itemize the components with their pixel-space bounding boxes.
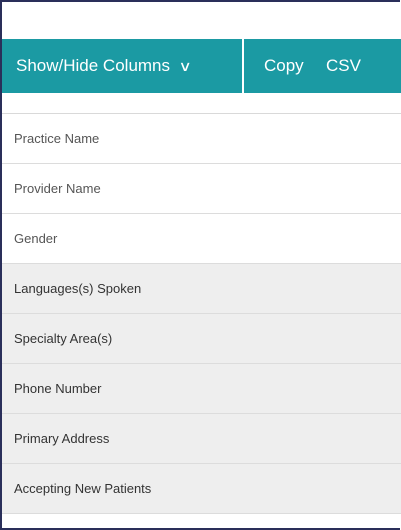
column-visibility-list: Practice Name Provider Name Gender Langu…	[2, 114, 401, 514]
column-toggle-primary-address[interactable]: Primary Address	[2, 414, 401, 464]
table-toolbar: Show/Hide Columns ∨ Copy CSV	[2, 39, 401, 93]
csv-label: CSV	[326, 56, 361, 75]
column-toggle-label: Phone Number	[14, 381, 102, 396]
column-toggle-languages-spoken[interactable]: Languages(s) Spoken	[2, 264, 401, 314]
column-toggle-label: Accepting New Patients	[14, 481, 152, 496]
column-toggle-label: Languages(s) Spoken	[14, 281, 142, 296]
copy-button[interactable]: Copy	[244, 39, 320, 93]
column-toggle-label: Specialty Area(s)	[14, 331, 113, 346]
column-toggle-accepting-new-patients[interactable]: Accepting New Patients	[2, 464, 401, 514]
column-toggle-practice-name[interactable]: Practice Name	[2, 114, 401, 164]
copy-label: Copy	[264, 56, 304, 75]
column-toggle-label: Provider Name	[14, 181, 101, 196]
column-toggle-provider-name[interactable]: Provider Name	[2, 164, 401, 214]
csv-button[interactable]: CSV	[320, 39, 361, 93]
show-hide-columns-button[interactable]: Show/Hide Columns ∨	[2, 39, 244, 93]
column-toggle-phone-number[interactable]: Phone Number	[2, 364, 401, 414]
dropdown-top-spacer	[2, 93, 401, 114]
column-toggle-specialty-areas[interactable]: Specialty Area(s)	[2, 314, 401, 364]
column-toggle-label: Practice Name	[14, 131, 100, 146]
chevron-down-icon: ∨	[178, 57, 192, 74]
column-toggle-label: Gender	[14, 231, 58, 246]
column-toggle-gender[interactable]: Gender	[2, 214, 401, 264]
column-toggle-label: Primary Address	[14, 431, 110, 446]
show-hide-columns-label: Show/Hide Columns	[16, 56, 171, 75]
